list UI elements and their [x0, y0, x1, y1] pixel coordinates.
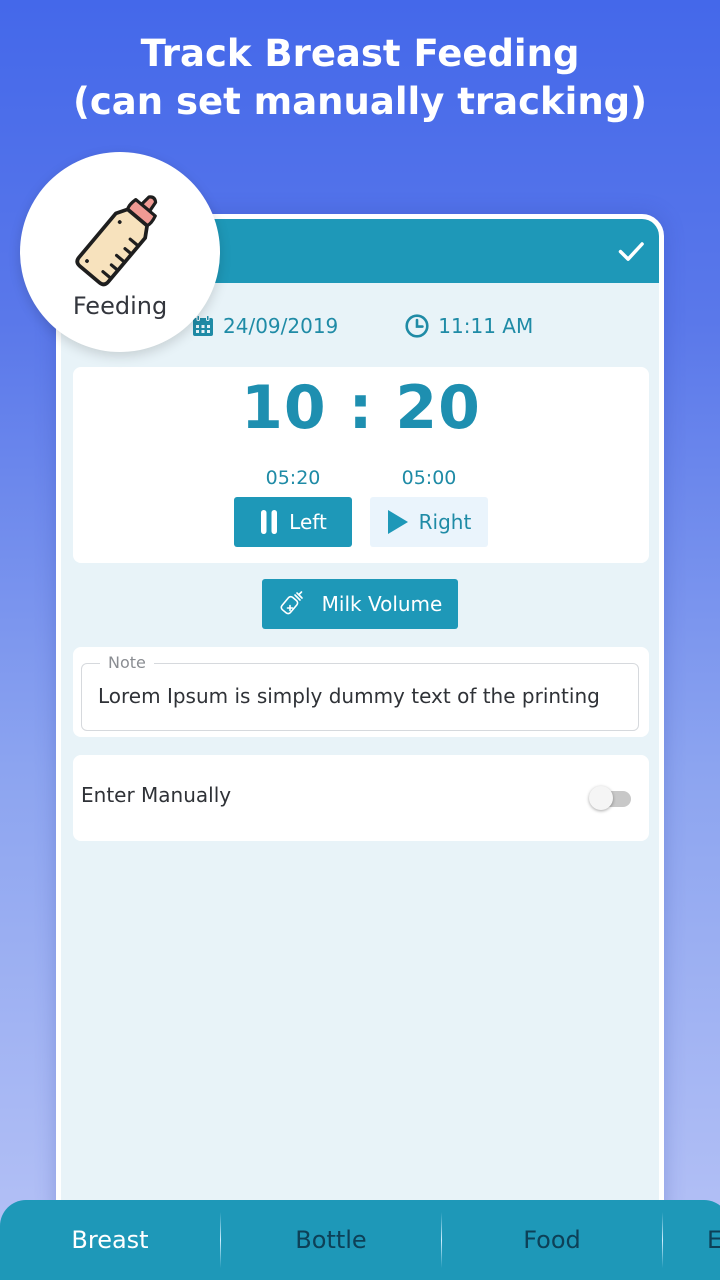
bottom-tab-bar: Breast Bottle Food E [0, 1200, 720, 1280]
date-value: 24/09/2019 [223, 314, 339, 338]
tab-bottle[interactable]: Bottle [221, 1200, 441, 1280]
note-label: Note [100, 653, 154, 672]
tab-fourth[interactable]: E [663, 1200, 720, 1280]
time-value: 11:11 AM [438, 314, 534, 338]
pause-icon [261, 510, 278, 534]
clock-icon [405, 314, 429, 338]
right-time: 05:00 [401, 467, 457, 489]
toggle-thumb [589, 786, 613, 810]
total-timer: 10 : 20 [241, 373, 481, 443]
promo-title: Track Breast Feeding (can set manually t… [0, 30, 720, 126]
left-button[interactable]: Left [234, 497, 352, 547]
right-button[interactable]: Right [370, 497, 488, 547]
time-picker[interactable]: 11:11 AM [404, 313, 533, 339]
date-time-row: 24/09/2019 11:11 AM [191, 313, 533, 339]
check-icon[interactable] [617, 237, 645, 265]
note-input[interactable]: Note Lorem Ipsum is simply dummy text of… [81, 653, 639, 731]
feeding-badge: Feeding [20, 152, 220, 352]
tab-breast[interactable]: Breast [0, 1200, 220, 1280]
right-side: 05:00 Right [369, 467, 505, 547]
note-value: Lorem Ipsum is simply dummy text of the … [98, 684, 600, 708]
note-panel: Note Lorem Ipsum is simply dummy text of… [73, 647, 649, 737]
milk-volume-button[interactable]: Milk Volume [262, 579, 458, 629]
promo-title-line-2: (can set manually tracking) [72, 80, 648, 123]
enter-manually-toggle[interactable] [589, 786, 633, 810]
manual-entry-panel: Enter Manually [73, 755, 649, 841]
play-icon [387, 510, 408, 534]
feeding-badge-label: Feeding [72, 292, 168, 320]
side-timers: 05:20 Left 05:00 Right [233, 467, 505, 547]
right-button-label: Right [418, 510, 472, 534]
feeding-card: 24/09/2019 11:11 AM 10 : 20 05:20 Left 0… [56, 214, 664, 1280]
promo-title-line-1: Track Breast Feeding [140, 32, 580, 75]
milk-volume-label: Milk Volume [321, 592, 443, 616]
left-button-label: Left [289, 510, 327, 534]
timer-panel: 10 : 20 05:20 Left 05:00 Right [73, 367, 649, 563]
tab-food[interactable]: Food [442, 1200, 662, 1280]
bottle-plus-icon [280, 591, 303, 615]
baby-bottle-icon [75, 195, 158, 287]
left-time: 05:20 [265, 467, 321, 489]
left-side: 05:20 Left [233, 467, 369, 547]
enter-manually-label: Enter Manually [81, 783, 232, 807]
